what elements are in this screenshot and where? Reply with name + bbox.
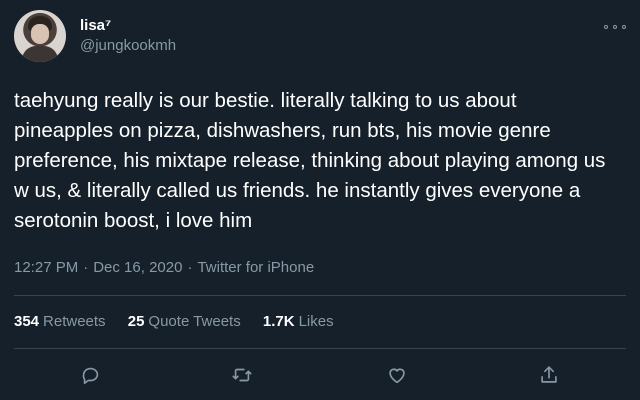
likes-label: Likes [298,313,334,330]
tweet-card: lisa⁷ @jungkookmh taehyung really is our… [0,0,640,400]
reply-button[interactable] [78,362,104,388]
likes-count: 1.7K [262,313,295,330]
avatar[interactable] [14,10,66,62]
retweets-stat[interactable]: 354 Retweets [14,313,106,330]
tweet-header: lisa⁷ @jungkookmh [14,10,176,62]
tweet-meta: 12:27 PM · Dec 16, 2020 · Twitter for iPhone [14,258,314,278]
quote-tweets-count: 25 [127,313,145,330]
divider [14,348,626,349]
user-handle[interactable]: @jungkookmh [80,36,176,56]
author-names: lisa⁷ @jungkookmh [80,16,176,56]
avatar-shirt [22,46,58,62]
quote-tweets-stat[interactable]: 25 Quote Tweets [128,313,241,330]
retweet-button[interactable] [229,362,255,388]
like-button[interactable] [384,362,410,388]
meta-separator: · [187,259,193,276]
tweet-text: taehyung really is our bestie. literally… [14,89,606,232]
tweet-time[interactable]: 12:27 PM [14,259,78,276]
reply-icon [82,367,99,385]
retweets-label: Retweets [43,313,106,330]
more-dot [613,25,617,29]
likes-stat[interactable]: 1.7K Likes [263,313,334,330]
display-name[interactable]: lisa⁷ [80,16,176,36]
retweets-count: 354 [14,313,40,330]
more-options-icon[interactable] [604,22,626,32]
divider [14,295,626,296]
retweet-icon [232,368,252,382]
more-dot [622,25,626,29]
engagement-stats: 354 Retweets 25 Quote Tweets 1.7K Likes [14,312,352,332]
tweet-source[interactable]: Twitter for iPhone [197,259,314,276]
quote-tweets-label: Quote Tweets [148,313,241,330]
avatar-face [31,24,49,44]
action-bar [0,362,640,388]
share-button[interactable] [536,362,562,388]
share-icon [541,366,557,383]
tweet-date[interactable]: Dec 16, 2020 [93,259,182,276]
meta-separator: · [83,259,89,276]
like-icon [389,368,405,384]
more-dot [604,25,608,29]
